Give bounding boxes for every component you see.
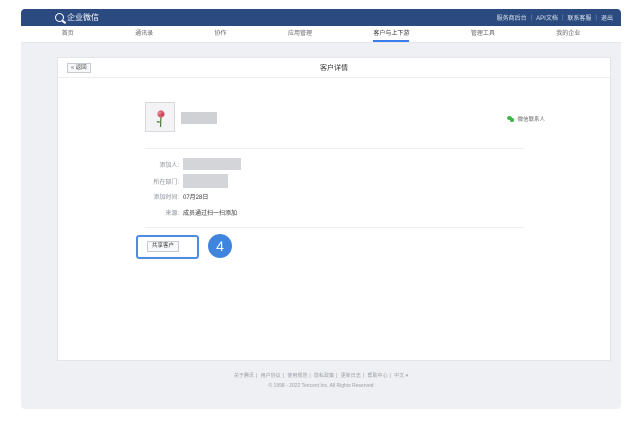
wechat-icon bbox=[507, 116, 515, 122]
added-by-placeholder bbox=[183, 158, 241, 170]
nav-home[interactable]: 首页 bbox=[62, 28, 74, 42]
added-time-label: 添加时间: bbox=[153, 195, 179, 201]
footer-link-rules[interactable]: 使用规范 bbox=[287, 373, 307, 379]
nav-customers[interactable]: 客户与上下游 bbox=[373, 28, 410, 42]
nav-contacts[interactable]: 通讯录 bbox=[135, 28, 153, 42]
rose-avatar-icon bbox=[156, 110, 165, 128]
info-row-department: 所在部门: bbox=[142, 174, 228, 188]
wechat-contact-tag: 微信联系人 bbox=[507, 115, 545, 123]
top-links: 服务商后台 | API文档 | 联系客服 | 退出 bbox=[497, 13, 613, 23]
service-provider-link[interactable]: 服务商后台 bbox=[497, 13, 527, 22]
nav-app-management[interactable]: 应用管理 bbox=[288, 28, 312, 42]
api-docs-link[interactable]: API文档 bbox=[536, 13, 558, 22]
brand-logo[interactable]: 企业微信 bbox=[55, 12, 99, 23]
step-number-badge: 4 bbox=[208, 234, 232, 258]
divider bbox=[145, 148, 525, 149]
department-label: 所在部门: bbox=[153, 179, 179, 186]
footer-copyright: © 1998 - 2022 Tencent Inc. All Rights Re… bbox=[268, 383, 374, 389]
footer-link-privacy[interactable]: 隐私政策 bbox=[314, 373, 334, 379]
main-nav: 首页 通讯录 协作 应用管理 客户与上下游 管理工具 我的企业 bbox=[21, 26, 621, 43]
info-row-added-time: 添加时间: 07月28日 bbox=[142, 192, 208, 201]
customer-avatar bbox=[145, 102, 175, 132]
nav-collaboration[interactable]: 协作 bbox=[215, 28, 227, 42]
footer-links: 关于腾讯 | 用户协议 | 使用规范 | 隐私政策 | 更新日志 | 帮助中心 | 中文 ▾ bbox=[233, 373, 409, 379]
wecom-logo-icon bbox=[55, 13, 64, 22]
added-time-value: 07月28日 bbox=[183, 195, 209, 201]
brand-name: 企业微信 bbox=[67, 13, 99, 22]
panel-header: « 返回 客户详情 bbox=[58, 58, 610, 78]
added-by-label: 添加人: bbox=[159, 162, 179, 169]
nav-management-tools[interactable]: 管理工具 bbox=[471, 28, 495, 42]
share-customer-button[interactable]: 共享客户 bbox=[147, 241, 180, 252]
footer-link-help[interactable]: 帮助中心 bbox=[367, 373, 387, 379]
separator: | bbox=[595, 14, 597, 21]
page-title: 客户详情 bbox=[320, 64, 348, 72]
separator: | bbox=[561, 14, 564, 21]
customer-name-placeholder bbox=[181, 112, 217, 124]
logout-link[interactable]: 退出 bbox=[601, 13, 613, 22]
department-placeholder bbox=[183, 174, 228, 188]
footer-link-about[interactable]: 关于腾讯 bbox=[234, 373, 254, 379]
divider bbox=[145, 227, 525, 228]
top-bar: 企业微信 服务商后台 | API文档 | 联系客服 | 退出 bbox=[21, 9, 621, 26]
contact-support-link[interactable]: 联系客服 bbox=[567, 13, 591, 22]
back-button[interactable]: « 返回 bbox=[67, 63, 91, 73]
customer-detail-panel: « 返回 客户详情 微信联系人 添加人: 所在部门: 添加时间: 07月28日 … bbox=[57, 57, 611, 361]
info-row-added-by: 添加人: bbox=[142, 158, 241, 170]
footer-link-agreement[interactable]: 用户协议 bbox=[261, 373, 281, 379]
nav-my-enterprise[interactable]: 我的企业 bbox=[556, 28, 580, 42]
language-selector[interactable]: 中文 ▾ bbox=[394, 373, 408, 379]
info-row-source: 来源: 成员通过扫一扫添加 bbox=[142, 208, 237, 217]
footer-link-changelog[interactable]: 更新日志 bbox=[341, 373, 361, 379]
separator: | bbox=[530, 14, 533, 21]
wechat-tag-label: 微信联系人 bbox=[517, 117, 545, 123]
source-label: 来源: bbox=[165, 211, 179, 217]
app-window: 企业微信 服务商后台 | API文档 | 联系客服 | 退出 首页 通讯录 协作… bbox=[21, 9, 621, 409]
source-value: 成员通过扫一扫添加 bbox=[183, 211, 238, 217]
